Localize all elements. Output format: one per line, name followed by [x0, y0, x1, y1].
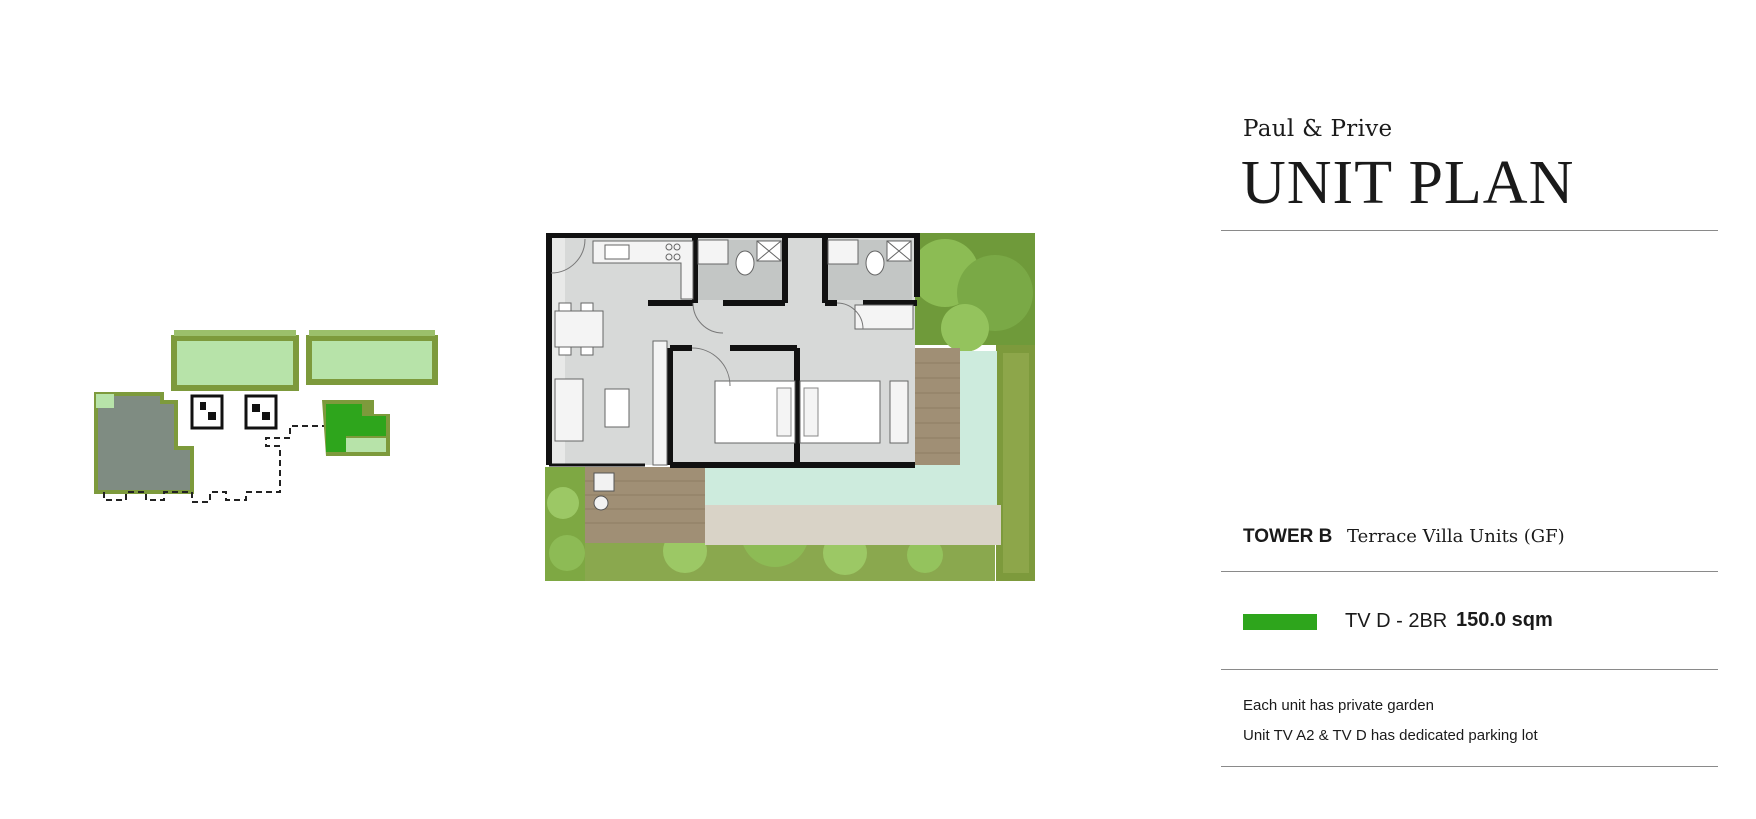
tower-description: Terrace Villa Units (GF): [1347, 526, 1565, 547]
key-plan-garden-left: [171, 335, 299, 391]
legend-swatch: [1243, 614, 1317, 630]
key-plan-core-1: [190, 394, 224, 430]
sofa: [554, 378, 584, 442]
coffee-table: [604, 388, 630, 428]
key-plan-building: [94, 392, 194, 494]
note-private-garden: Each unit has private garden: [1243, 697, 1434, 714]
paved-path: [705, 505, 1001, 545]
divider-2: [1221, 571, 1718, 572]
tv-console: [652, 340, 668, 466]
deck-right: [915, 348, 960, 465]
dining-table: [554, 310, 604, 348]
wardrobe: [854, 304, 914, 330]
desk: [889, 380, 909, 444]
divider-1: [1221, 230, 1718, 231]
divider-4: [1221, 766, 1718, 767]
page-title: UNIT PLAN: [1241, 149, 1575, 217]
unit-code: TV D - 2BR: [1345, 610, 1448, 632]
divider-3: [1221, 669, 1718, 670]
key-plan-garden-right: [306, 335, 438, 385]
tower-label: TOWER B: [1243, 526, 1333, 547]
key-plan-core-2: [244, 394, 278, 430]
brand-name: Paul & Prive: [1243, 116, 1393, 142]
floor-plan: [545, 233, 1035, 581]
note-parking-lot: Unit TV A2 & TV D has dedicated parking …: [1243, 727, 1538, 744]
unit-area: 150.0 sqm: [1456, 609, 1553, 631]
key-plan: [94, 330, 438, 503]
